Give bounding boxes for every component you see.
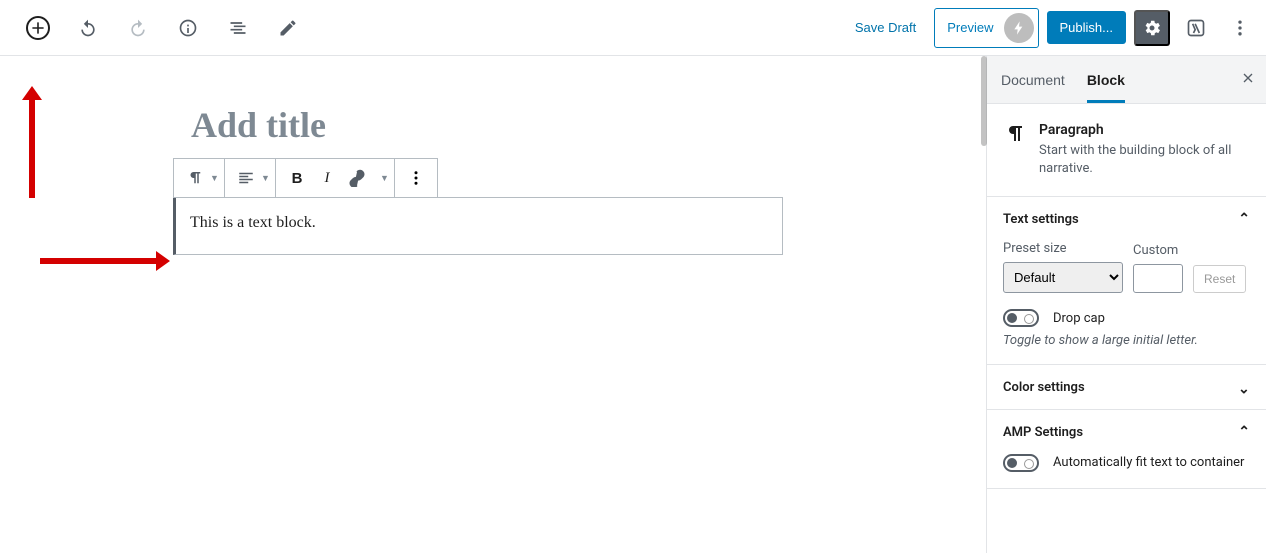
- outline-button[interactable]: [220, 10, 256, 46]
- preview-button[interactable]: Preview: [934, 8, 1038, 48]
- toggle-switch: [1003, 309, 1039, 327]
- block-card-desc: Start with the building block of all nar…: [1039, 142, 1250, 178]
- panel-amp-settings: AMP Settings ⌃ Automatically fit text to…: [987, 410, 1266, 489]
- close-icon: [1240, 70, 1256, 86]
- kebab-icon: [1230, 18, 1250, 38]
- chevron-up-icon: ⌃: [1238, 211, 1250, 227]
- tab-document[interactable]: Document: [1001, 58, 1065, 102]
- workspace: Add title ▼ ▼ B I: [0, 56, 1266, 553]
- kebab-icon: [407, 169, 425, 187]
- undo-icon: [78, 18, 98, 38]
- plus-icon: [30, 20, 46, 36]
- fit-text-toggle[interactable]: Automatically fit text to container: [1003, 454, 1250, 472]
- panel-amp-settings-toggle[interactable]: AMP Settings ⌃: [987, 410, 1266, 454]
- panel-title: Text settings: [1003, 212, 1079, 227]
- block-more-button[interactable]: [401, 163, 431, 193]
- editor-canvas: Add title ▼ ▼ B I: [173, 80, 813, 255]
- preset-size-label: Preset size: [1003, 241, 1123, 256]
- bold-button[interactable]: B: [282, 163, 312, 193]
- custom-size-label: Custom: [1133, 243, 1183, 258]
- post-title-input[interactable]: Add title: [173, 80, 813, 158]
- drop-cap-toggle[interactable]: Drop cap: [1003, 309, 1250, 327]
- redo-button[interactable]: [120, 10, 156, 46]
- settings-button[interactable]: [1134, 10, 1170, 46]
- panel-color-settings: Color settings ⌃: [987, 365, 1266, 410]
- panel-text-settings: Text settings ⌃ Preset size Default Cust…: [987, 197, 1266, 365]
- chevron-down-icon: ⌃: [1238, 379, 1250, 395]
- panel-title: Color settings: [1003, 380, 1085, 395]
- panel-title: AMP Settings: [1003, 425, 1083, 440]
- toggle-switch: [1003, 454, 1039, 472]
- drop-cap-desc: Toggle to show a large initial letter.: [1003, 333, 1250, 348]
- info-icon: [178, 18, 198, 38]
- block-toolbar: ▼ ▼ B I ▼: [173, 158, 438, 198]
- fit-text-label: Automatically fit text to container: [1053, 455, 1244, 472]
- block-type-button[interactable]: [180, 163, 210, 193]
- save-draft-button[interactable]: Save Draft: [845, 14, 926, 41]
- annotation-arrow-horizontal: [40, 256, 170, 266]
- paragraph-icon: [186, 169, 204, 187]
- align-left-icon: [237, 169, 255, 187]
- align-button[interactable]: [231, 163, 261, 193]
- preset-size-select[interactable]: Default: [1003, 262, 1123, 293]
- preview-label: Preview: [947, 20, 993, 35]
- outline-icon: [228, 18, 248, 38]
- paragraph-icon: [1003, 122, 1027, 146]
- gear-icon: [1142, 18, 1162, 38]
- chevron-down-icon: ▼: [261, 173, 269, 184]
- toolbar-left: [8, 10, 306, 46]
- panel-text-settings-toggle[interactable]: Text settings ⌃: [987, 197, 1266, 241]
- italic-button[interactable]: I: [312, 163, 342, 193]
- publish-button[interactable]: Publish...: [1047, 11, 1126, 44]
- add-block-button[interactable]: [20, 10, 56, 46]
- chevron-up-icon: ⌃: [1238, 424, 1250, 440]
- tab-block[interactable]: Block: [1087, 58, 1125, 102]
- top-toolbar: Save Draft Preview Publish...: [0, 0, 1266, 56]
- amp-status-icon: [1004, 13, 1034, 43]
- link-icon: [348, 169, 366, 187]
- block-card: Paragraph Start with the building block …: [987, 104, 1266, 197]
- undo-button[interactable]: [70, 10, 106, 46]
- panel-color-settings-toggle[interactable]: Color settings ⌃: [987, 365, 1266, 409]
- paragraph-block[interactable]: This is a text block.: [173, 197, 783, 255]
- edit-mode-button[interactable]: [270, 10, 306, 46]
- yoast-icon: [1186, 18, 1206, 38]
- settings-sidebar: Document Block Paragraph Start with the …: [986, 56, 1266, 553]
- chevron-down-icon: ▼: [210, 173, 218, 184]
- toolbar-right: Save Draft Preview Publish...: [845, 8, 1258, 48]
- pencil-icon: [278, 18, 298, 38]
- info-button[interactable]: [170, 10, 206, 46]
- yoast-button[interactable]: [1178, 10, 1214, 46]
- link-button[interactable]: [342, 163, 372, 193]
- block-card-title: Paragraph: [1039, 122, 1250, 138]
- reset-size-button[interactable]: Reset: [1193, 265, 1246, 293]
- editor-area: Add title ▼ ▼ B I: [0, 56, 986, 553]
- drop-cap-label: Drop cap: [1053, 311, 1105, 326]
- more-menu-button[interactable]: [1222, 10, 1258, 46]
- close-sidebar-button[interactable]: [1240, 70, 1256, 91]
- annotation-arrow-vertical: [24, 86, 38, 196]
- chevron-down-icon: ▼: [380, 173, 388, 184]
- custom-size-input[interactable]: [1133, 264, 1183, 293]
- redo-icon: [128, 18, 148, 38]
- sidebar-tabs: Document Block: [987, 56, 1266, 104]
